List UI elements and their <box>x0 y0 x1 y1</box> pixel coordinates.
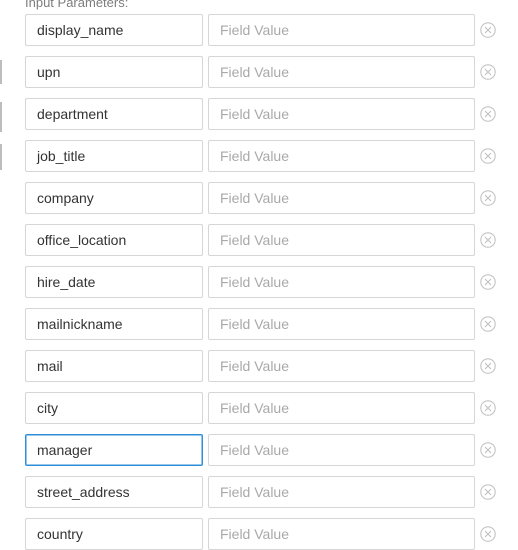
circle-x-icon <box>480 526 496 542</box>
parameter-name-input[interactable]: manager <box>25 434 203 466</box>
parameter-value-input[interactable]: Field Value <box>208 266 475 298</box>
parameter-value-input[interactable]: Field Value <box>208 434 475 466</box>
parameter-rows: display_name Field Value upn Field Value dep… <box>25 14 505 550</box>
parameter-name-input[interactable]: upn <box>25 56 203 88</box>
remove-parameter-button[interactable] <box>480 274 496 290</box>
edge-border-fragment <box>0 60 2 84</box>
circle-x-icon <box>480 358 496 374</box>
remove-parameter-button[interactable] <box>480 106 496 122</box>
remove-parameter-button[interactable] <box>480 442 496 458</box>
remove-parameter-button[interactable] <box>480 358 496 374</box>
parameter-row: display_name Field Value <box>25 14 505 46</box>
circle-x-icon <box>480 232 496 248</box>
input-parameters-panel: Input Parameters: display_name Field Valu… <box>0 0 518 550</box>
parameter-row: office_location Field Value <box>25 224 505 256</box>
parameter-value-input[interactable]: Field Value <box>208 224 475 256</box>
circle-x-icon <box>480 22 496 38</box>
parameter-name-input[interactable]: street_address <box>25 476 203 508</box>
remove-parameter-button[interactable] <box>480 526 496 542</box>
parameter-row: hire_date Field Value <box>25 266 505 298</box>
parameter-value-input[interactable]: Field Value <box>208 182 475 214</box>
parameter-row: job_title Field Value <box>25 140 505 172</box>
circle-x-icon <box>480 316 496 332</box>
parameter-row: upn Field Value <box>25 56 505 88</box>
parameter-name-input[interactable]: department <box>25 98 203 130</box>
circle-x-icon <box>480 106 496 122</box>
parameter-name-input[interactable]: mail <box>25 350 203 382</box>
parameter-name-input[interactable]: hire_date <box>25 266 203 298</box>
edge-border-fragment <box>0 102 2 132</box>
parameter-row: mailnickname Field Value <box>25 308 505 340</box>
remove-parameter-button[interactable] <box>480 190 496 206</box>
parameter-name-input[interactable]: display_name <box>25 14 203 46</box>
circle-x-icon <box>480 190 496 206</box>
edge-border-fragment <box>0 144 2 170</box>
parameter-name-input[interactable]: company <box>25 182 203 214</box>
remove-parameter-button[interactable] <box>480 484 496 500</box>
parameter-value-input[interactable]: Field Value <box>208 98 475 130</box>
parameter-name-input[interactable]: office_location <box>25 224 203 256</box>
parameter-value-input[interactable]: Field Value <box>208 350 475 382</box>
parameter-value-input[interactable]: Field Value <box>208 392 475 424</box>
parameter-row: department Field Value <box>25 98 505 130</box>
parameter-row: mail Field Value <box>25 350 505 382</box>
circle-x-icon <box>480 148 496 164</box>
section-label: Input Parameters: <box>25 0 129 10</box>
parameter-name-input[interactable]: mailnickname <box>25 308 203 340</box>
parameter-value-input[interactable]: Field Value <box>208 308 475 340</box>
parameter-row: street_address Field Value <box>25 476 505 508</box>
remove-parameter-button[interactable] <box>480 148 496 164</box>
circle-x-icon <box>480 442 496 458</box>
parameter-value-input[interactable]: Field Value <box>208 56 475 88</box>
remove-parameter-button[interactable] <box>480 64 496 80</box>
parameter-row: company Field Value <box>25 182 505 214</box>
parameter-value-input[interactable]: Field Value <box>208 14 475 46</box>
circle-x-icon <box>480 400 496 416</box>
left-edge-border <box>0 0 3 550</box>
parameter-row: city Field Value <box>25 392 505 424</box>
parameter-value-input[interactable]: Field Value <box>208 476 475 508</box>
circle-x-icon <box>480 64 496 80</box>
parameter-row: manager Field Value <box>25 434 505 466</box>
parameter-name-input[interactable]: city <box>25 392 203 424</box>
circle-x-icon <box>480 484 496 500</box>
parameter-name-input[interactable]: job_title <box>25 140 203 172</box>
parameter-value-input[interactable]: Field Value <box>208 140 475 172</box>
remove-parameter-button[interactable] <box>480 316 496 332</box>
parameter-name-input[interactable]: country <box>25 518 203 550</box>
remove-parameter-button[interactable] <box>480 22 496 38</box>
remove-parameter-button[interactable] <box>480 400 496 416</box>
circle-x-icon <box>480 274 496 290</box>
parameter-row: country Field Value <box>25 518 505 550</box>
parameter-value-input[interactable]: Field Value <box>208 518 475 550</box>
remove-parameter-button[interactable] <box>480 232 496 248</box>
